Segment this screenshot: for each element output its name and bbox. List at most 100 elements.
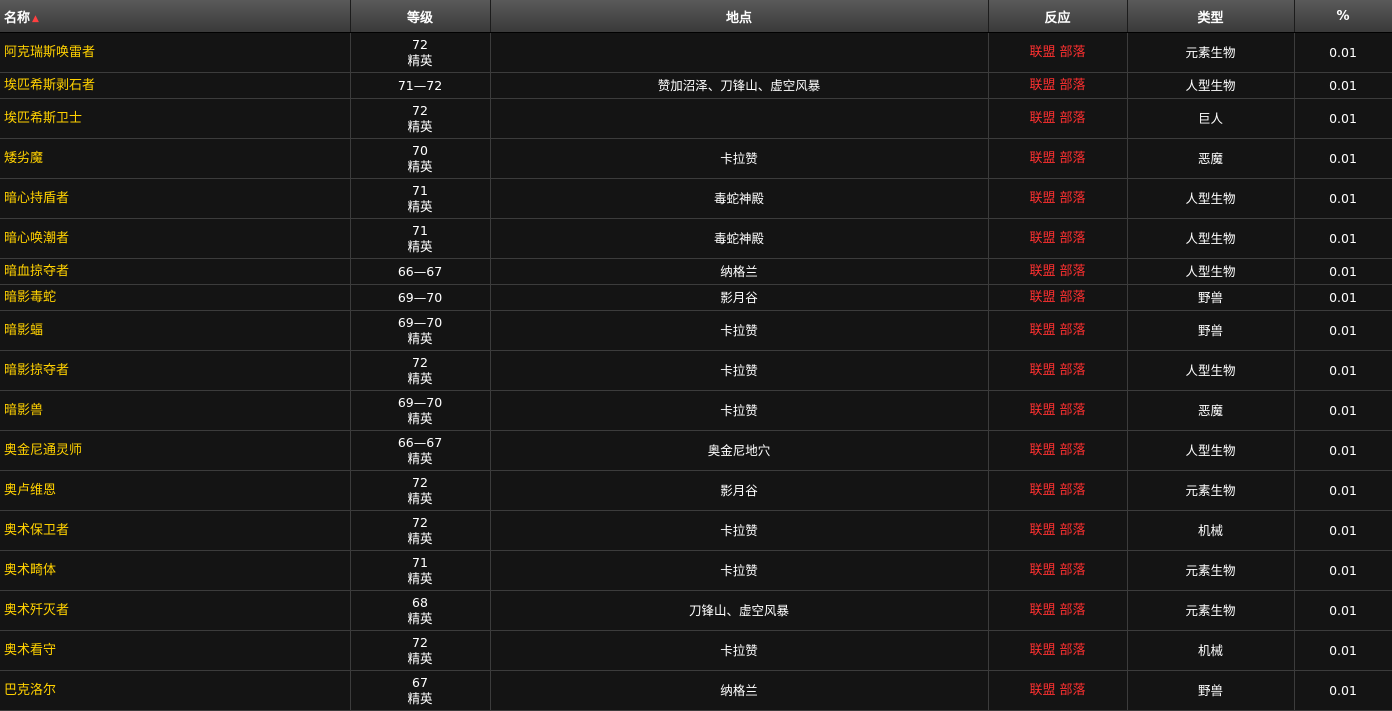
npc-name-cell: 奥术看守 — [0, 630, 351, 671]
type-cell: 元素生物 — [1127, 550, 1295, 591]
reaction-alliance: 联盟 — [1029, 151, 1056, 166]
npc-name-link[interactable]: 暗影兽 — [4, 403, 43, 418]
level-value: 67 — [412, 674, 428, 690]
location-cell: 卡拉赞 — [490, 630, 989, 671]
level-value: 69—70 — [397, 314, 443, 330]
type-cell: 恶魔 — [1127, 138, 1295, 179]
reaction-cell: 联盟 部落 — [988, 630, 1128, 671]
reaction-horde: 部落 — [1059, 151, 1086, 166]
npc-name-link[interactable]: 埃匹希斯卫士 — [4, 111, 82, 126]
type-cell: 人型生物 — [1127, 72, 1295, 99]
type-cell: 元素生物 — [1127, 470, 1295, 511]
reaction-alliance: 联盟 — [1029, 290, 1056, 305]
level-cell: 66—67 — [350, 258, 491, 285]
column-header-name[interactable]: 名称 ▲ — [0, 0, 351, 33]
table-row: 暗心持盾者 71 精英 毒蛇神殿 联盟 部落 人型生物 0.01 — [0, 178, 1392, 219]
table-row: 暗影蝠 69—70 精英 卡拉赞 联盟 部落 野兽 0.01 — [0, 310, 1392, 351]
type-cell: 恶魔 — [1127, 390, 1295, 431]
sort-ascending-icon: ▲ — [32, 13, 39, 24]
level-value: 71 — [412, 222, 428, 238]
npc-name-cell: 埃匹希斯剥石者 — [0, 72, 351, 99]
type-cell: 野兽 — [1127, 310, 1295, 351]
npc-name-link[interactable]: 阿克瑞斯唤雷者 — [4, 45, 95, 60]
npc-name-link[interactable]: 暗心持盾者 — [4, 191, 69, 206]
table-row: 暗心唤潮者 71 精英 毒蛇神殿 联盟 部落 人型生物 0.01 — [0, 218, 1392, 259]
reaction-cell: 联盟 部落 — [988, 32, 1128, 73]
reaction-alliance: 联盟 — [1029, 363, 1056, 378]
reaction-cell: 联盟 部落 — [988, 550, 1128, 591]
percent-cell: 0.01 — [1294, 258, 1392, 285]
elite-tag: 精英 — [407, 238, 433, 254]
type-cell: 人型生物 — [1127, 430, 1295, 471]
elite-tag: 精英 — [407, 52, 433, 68]
level-cell: 67 精英 — [350, 670, 491, 711]
reaction-cell: 联盟 部落 — [988, 430, 1128, 471]
level-value: 72 — [412, 514, 428, 530]
reaction-horde: 部落 — [1059, 290, 1086, 305]
elite-tag: 精英 — [407, 530, 433, 546]
level-cell: 68 精英 — [350, 590, 491, 631]
reaction-alliance: 联盟 — [1029, 111, 1056, 126]
level-cell: 70 精英 — [350, 138, 491, 179]
column-header-percent[interactable]: % — [1294, 0, 1392, 33]
reaction-cell: 联盟 部落 — [988, 72, 1128, 99]
elite-tag: 精英 — [407, 610, 433, 626]
reaction-horde: 部落 — [1059, 191, 1086, 206]
npc-name-cell: 奥术保卫者 — [0, 510, 351, 551]
npc-name-link[interactable]: 奥术看守 — [4, 643, 56, 658]
level-value: 71 — [412, 182, 428, 198]
npc-name-link[interactable]: 暗影蝠 — [4, 323, 43, 338]
npc-name-cell: 暗影兽 — [0, 390, 351, 431]
location-cell — [490, 32, 989, 73]
reaction-cell: 联盟 部落 — [988, 390, 1128, 431]
npc-name-cell: 阿克瑞斯唤雷者 — [0, 32, 351, 73]
npc-name-link[interactable]: 暗心唤潮者 — [4, 231, 69, 246]
percent-cell: 0.01 — [1294, 310, 1392, 351]
npc-name-link[interactable]: 埃匹希斯剥石者 — [4, 78, 95, 93]
elite-tag: 精英 — [407, 118, 433, 134]
table-row: 暗血掠夺者 66—67 纳格兰 联盟 部落 人型生物 0.01 — [0, 258, 1392, 285]
type-cell: 元素生物 — [1127, 32, 1295, 73]
reaction-cell: 联盟 部落 — [988, 284, 1128, 311]
table-row: 奥卢维恩 72 精英 影月谷 联盟 部落 元素生物 0.01 — [0, 470, 1392, 511]
level-value: 72 — [412, 634, 428, 650]
level-cell: 71—72 — [350, 72, 491, 99]
npc-name-link[interactable]: 奥术保卫者 — [4, 523, 69, 538]
npc-name-link[interactable]: 巴克洛尔 — [4, 683, 56, 698]
reaction-cell: 联盟 部落 — [988, 258, 1128, 285]
npc-name-link[interactable]: 奥术畸体 — [4, 563, 56, 578]
npc-name-link[interactable]: 暗血掠夺者 — [4, 264, 69, 279]
reaction-horde: 部落 — [1059, 363, 1086, 378]
npc-name-link[interactable]: 暗影毒蛇 — [4, 290, 56, 305]
npc-name-link[interactable]: 矮劣魔 — [4, 151, 43, 166]
location-cell: 影月谷 — [490, 470, 989, 511]
reaction-horde: 部落 — [1059, 443, 1086, 458]
npc-name-link[interactable]: 奥金尼通灵师 — [4, 443, 82, 458]
table-row: 奥术保卫者 72 精英 卡拉赞 联盟 部落 机械 0.01 — [0, 510, 1392, 551]
percent-cell: 0.01 — [1294, 430, 1392, 471]
table-row: 奥术看守 72 精英 卡拉赞 联盟 部落 机械 0.01 — [0, 630, 1392, 671]
npc-name-link[interactable]: 奥术歼灭者 — [4, 603, 69, 618]
column-header-level[interactable]: 等级 — [350, 0, 491, 33]
table-row: 埃匹希斯剥石者 71—72 赞加沼泽、刀锋山、虚空风暴 联盟 部落 人型生物 0.01 — [0, 72, 1392, 99]
elite-tag: 精英 — [407, 450, 433, 466]
npc-name-link[interactable]: 暗影掠夺者 — [4, 363, 69, 378]
npc-name-cell: 暗影蝠 — [0, 310, 351, 351]
table-row: 奥术歼灭者 68 精英 刀锋山、虚空风暴 联盟 部落 元素生物 0.01 — [0, 590, 1392, 631]
reaction-horde: 部落 — [1059, 45, 1086, 60]
location-cell: 影月谷 — [490, 284, 989, 311]
level-cell: 72 精英 — [350, 350, 491, 391]
location-cell: 卡拉赞 — [490, 138, 989, 179]
column-header-name-label: 名称 — [4, 10, 31, 26]
npc-name-link[interactable]: 奥卢维恩 — [4, 483, 56, 498]
reaction-cell: 联盟 部落 — [988, 590, 1128, 631]
level-cell: 69—70 精英 — [350, 390, 491, 431]
column-header-reaction[interactable]: 反应 — [988, 0, 1128, 33]
column-header-location[interactable]: 地点 — [490, 0, 989, 33]
level-value: 70 — [412, 142, 428, 158]
location-cell: 奥金尼地穴 — [490, 430, 989, 471]
elite-tag: 精英 — [407, 570, 433, 586]
reaction-cell: 联盟 部落 — [988, 178, 1128, 219]
npc-name-cell: 奥术畸体 — [0, 550, 351, 591]
column-header-type[interactable]: 类型 — [1127, 0, 1295, 33]
